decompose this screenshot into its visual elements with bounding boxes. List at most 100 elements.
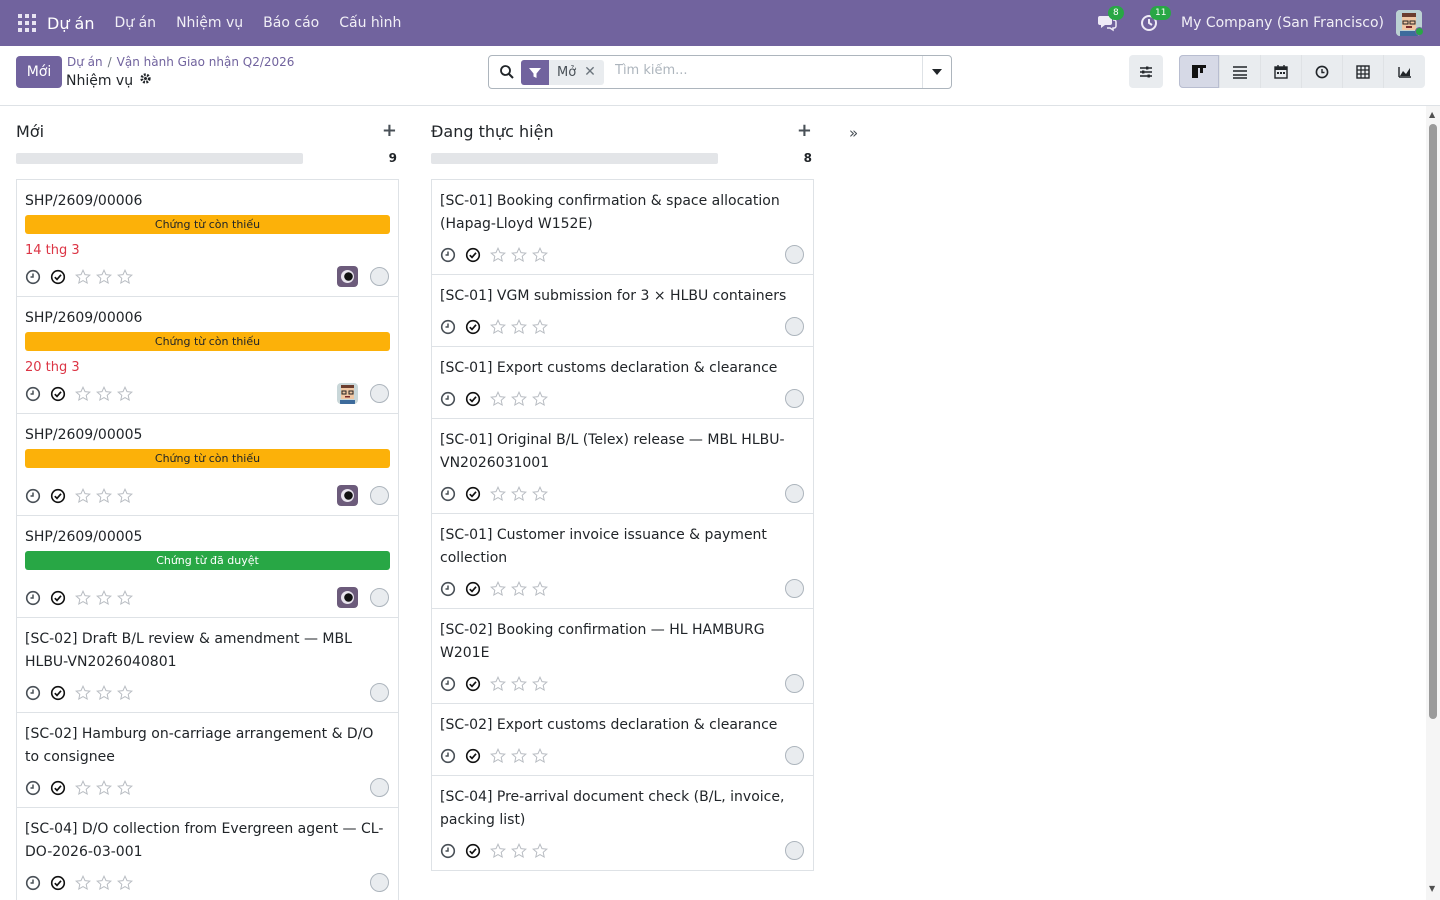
assignee-avatar[interactable] (337, 383, 358, 404)
company-switcher[interactable]: My Company (San Francisco) (1181, 15, 1384, 31)
kanban-card[interactable]: [SC-02] Hamburg on-carriage arrangement … (17, 713, 398, 808)
check-circle-icon[interactable] (465, 247, 481, 263)
star-icon[interactable] (532, 675, 548, 692)
star-icon[interactable] (117, 874, 133, 891)
menu-bao-cao[interactable]: Báo cáo (263, 15, 319, 31)
menu-cau-hinh[interactable]: Cấu hình (339, 15, 401, 31)
kanban-card[interactable]: [SC-01] Customer invoice issuance & paym… (432, 514, 813, 609)
kanban-state-circle[interactable] (785, 389, 804, 408)
star-icon[interactable] (511, 246, 527, 263)
star-icon[interactable] (490, 580, 506, 597)
star-icon[interactable] (490, 318, 506, 335)
star-icon[interactable] (532, 842, 548, 859)
star-icon[interactable] (117, 385, 133, 402)
star-icon[interactable] (75, 268, 91, 285)
star-icon[interactable] (490, 747, 506, 764)
star-icon[interactable] (511, 580, 527, 597)
clock-icon[interactable] (440, 581, 456, 597)
kanban-card[interactable]: [SC-01] Booking confirmation & space all… (432, 180, 813, 275)
kanban-state-circle[interactable] (785, 317, 804, 336)
star-icon[interactable] (75, 684, 91, 701)
check-circle-icon[interactable] (50, 590, 66, 606)
check-circle-icon[interactable] (50, 386, 66, 402)
check-circle-icon[interactable] (465, 319, 481, 335)
star-icon[interactable] (96, 779, 112, 796)
kanban-state-circle[interactable] (370, 588, 389, 607)
search-options-toggle[interactable] (922, 56, 951, 88)
breadcrumb-project[interactable]: Vận hành Giao nhận Q2/2026 (117, 55, 295, 69)
clock-icon[interactable] (440, 247, 456, 263)
column-title[interactable]: Đang thực hiện (431, 122, 554, 141)
star-icon[interactable] (96, 487, 112, 504)
kanban-state-circle[interactable] (370, 873, 389, 892)
star-icon[interactable] (75, 589, 91, 606)
star-icon[interactable] (532, 390, 548, 407)
check-circle-icon[interactable] (465, 581, 481, 597)
double-chevron-right-icon[interactable]: » (849, 124, 858, 142)
star-icon[interactable] (490, 842, 506, 859)
star-icon[interactable] (532, 580, 548, 597)
star-icon[interactable] (75, 874, 91, 891)
star-icon[interactable] (490, 246, 506, 263)
star-icon[interactable] (490, 675, 506, 692)
star-icon[interactable] (532, 318, 548, 335)
kanban-card[interactable]: [SC-02] Draft B/L review & amendment — M… (17, 618, 398, 713)
star-icon[interactable] (96, 268, 112, 285)
star-icon[interactable] (117, 487, 133, 504)
kanban-card[interactable]: [SC-04] Pre-arrival document check (B/L,… (432, 776, 813, 871)
messages-icon[interactable]: 8 (1097, 6, 1124, 34)
star-icon[interactable] (75, 779, 91, 796)
kanban-card[interactable]: [SC-01] Original B/L (Telex) release — M… (432, 419, 813, 514)
assignee-avatar[interactable] (337, 266, 358, 287)
kanban-state-circle[interactable] (370, 683, 389, 702)
check-circle-icon[interactable] (50, 875, 66, 891)
assignee-avatar[interactable] (337, 485, 358, 506)
star-icon[interactable] (532, 246, 548, 263)
kanban-state-circle[interactable] (785, 841, 804, 860)
kanban-state-circle[interactable] (370, 486, 389, 505)
clock-icon[interactable] (25, 590, 41, 606)
clock-icon[interactable] (25, 386, 41, 402)
check-circle-icon[interactable] (50, 488, 66, 504)
assignee-avatar[interactable] (337, 587, 358, 608)
clock-icon[interactable] (440, 676, 456, 692)
clock-icon[interactable] (440, 843, 456, 859)
kanban-state-circle[interactable] (785, 245, 804, 264)
close-icon[interactable]: ✕ (584, 60, 604, 85)
star-icon[interactable] (117, 779, 133, 796)
kanban-card[interactable]: [SC-01] VGM submission for 3 × HLBU cont… (432, 275, 813, 347)
gear-icon[interactable] (139, 72, 152, 89)
app-brand[interactable]: Dự án (47, 14, 95, 33)
clock-icon[interactable] (440, 391, 456, 407)
activity-clock-icon[interactable]: 11 (1139, 6, 1172, 34)
graph-view-icon[interactable] (1384, 55, 1425, 88)
star-icon[interactable] (490, 390, 506, 407)
column-title[interactable]: Mới (16, 122, 44, 141)
star-icon[interactable] (511, 675, 527, 692)
check-circle-icon[interactable] (465, 748, 481, 764)
star-icon[interactable] (96, 385, 112, 402)
kanban-state-circle[interactable] (370, 267, 389, 286)
clock-icon[interactable] (25, 488, 41, 504)
star-icon[interactable] (117, 589, 133, 606)
star-icon[interactable] (511, 390, 527, 407)
clock-icon[interactable] (25, 875, 41, 891)
kanban-card[interactable]: SHP/2609/00006 Chứng từ còn thiếu 20 thg 3 (17, 297, 398, 414)
star-icon[interactable] (490, 485, 506, 502)
menu-du-an[interactable]: Dự án (115, 15, 157, 31)
column-progress-bar[interactable] (431, 153, 718, 164)
breadcrumb-projects[interactable]: Dự án (67, 55, 103, 69)
star-icon[interactable] (75, 385, 91, 402)
clock-icon[interactable] (440, 319, 456, 335)
filter-facet[interactable]: Mở ✕ (521, 60, 604, 85)
pivot-view-icon[interactable] (1343, 55, 1384, 88)
list-view-icon[interactable] (1220, 55, 1261, 88)
kanban-state-circle[interactable] (785, 579, 804, 598)
plus-icon[interactable]: + (382, 120, 397, 141)
kanban-state-circle[interactable] (370, 384, 389, 403)
search-input[interactable] (615, 63, 915, 78)
star-icon[interactable] (511, 485, 527, 502)
star-icon[interactable] (96, 589, 112, 606)
kanban-state-circle[interactable] (785, 746, 804, 765)
star-icon[interactable] (117, 268, 133, 285)
